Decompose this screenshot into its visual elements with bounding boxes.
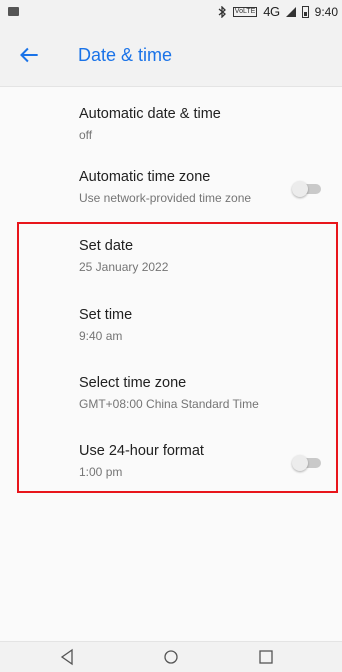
signal-icon: [285, 6, 296, 17]
setting-set-time[interactable]: Set time 9:40 am: [0, 294, 342, 354]
network-type: 4G: [263, 4, 280, 19]
square-recents-icon[interactable]: [251, 644, 281, 670]
setting-title: Use 24-hour format: [79, 443, 204, 459]
setting-summary: GMT+08:00 China Standard Time: [79, 397, 259, 411]
setting-title: Automatic date & time: [79, 106, 221, 122]
setting-summary: Use network-provided time zone: [79, 191, 252, 205]
automatic-time-zone-toggle[interactable]: [292, 181, 322, 197]
app-bar: Date & time: [0, 24, 342, 87]
setting-summary: off: [79, 128, 93, 142]
setting-title: Set time: [79, 307, 133, 323]
setting-title: Select time zone: [79, 375, 187, 391]
triangle-back-icon[interactable]: [52, 644, 82, 670]
notification-icon: [8, 5, 19, 19]
navigation-bar: [0, 641, 342, 672]
page-title: Date & time: [78, 45, 173, 65]
setting-title: Automatic time zone: [79, 169, 211, 185]
use-24-hour-format-toggle[interactable]: [292, 455, 322, 471]
setting-summary: 1:00 pm: [79, 465, 123, 479]
status-icons: VoLTE 4G 9:40: [218, 4, 338, 19]
battery-icon: [301, 5, 309, 18]
volte-badge: VoLTE: [232, 6, 258, 17]
bluetooth-icon: [218, 5, 226, 18]
status-bar: VoLTE 4G 9:40: [0, 0, 342, 24]
setting-summary: 25 January 2022: [79, 260, 169, 274]
arrow-left-icon[interactable]: [16, 42, 42, 68]
circle-home-icon[interactable]: [156, 644, 186, 670]
setting-summary: 9:40 am: [79, 329, 123, 343]
setting-use-24-hour-format[interactable]: Use 24-hour format 1:00 pm: [0, 430, 342, 490]
setting-select-time-zone[interactable]: Select time zone GMT+08:00 China Standar…: [0, 362, 342, 422]
setting-automatic-time-zone[interactable]: Automatic time zone Use network-provided…: [0, 156, 342, 216]
status-time: 9:40: [314, 4, 338, 19]
setting-automatic-date-time[interactable]: Automatic date & time off: [0, 93, 342, 153]
setting-title: Set date: [79, 238, 134, 254]
setting-set-date[interactable]: Set date 25 January 2022: [0, 225, 342, 285]
